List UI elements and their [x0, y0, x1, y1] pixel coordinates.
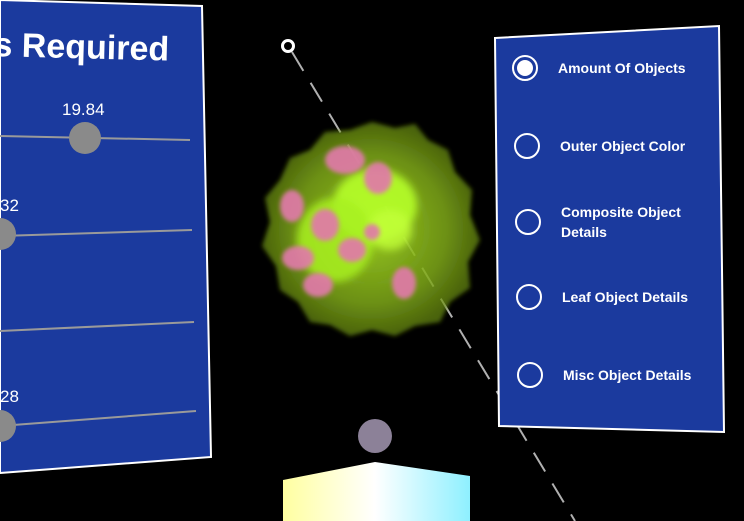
menu-item-misc-object-details[interactable]: Misc Object Details [517, 362, 703, 388]
slider-1-thumb[interactable] [69, 122, 101, 154]
menu-item-outer-object-color[interactable]: Outer Object Color [514, 133, 700, 159]
menu-item-composite-object-details[interactable]: Composite Object Details [515, 202, 701, 242]
menu-item-leaf-object-details[interactable]: Leaf Object Details [516, 284, 702, 310]
menu-item-label: Amount Of Objects [558, 60, 686, 76]
mixed-reality-scene: s Required 19.84 32 28 Amount Of Objects… [0, 0, 744, 521]
radio-button-icon[interactable] [512, 55, 538, 81]
radio-selected-dot [517, 60, 533, 76]
radio-button-icon[interactable] [514, 133, 540, 159]
menu-item-label: Outer Object Color [560, 138, 686, 154]
panel-title: s Required [0, 26, 170, 69]
menu-item-label: Leaf Object Details [562, 289, 689, 305]
radio-button-icon[interactable] [517, 362, 543, 388]
menu-item-label: Composite Object Details [561, 204, 681, 240]
radio-button-icon[interactable] [515, 209, 541, 235]
menu-item-label: Misc Object Details [563, 367, 692, 383]
radio-button-icon[interactable] [516, 284, 542, 310]
menu-item-amount-of-objects[interactable]: Amount Of Objects [512, 55, 698, 81]
